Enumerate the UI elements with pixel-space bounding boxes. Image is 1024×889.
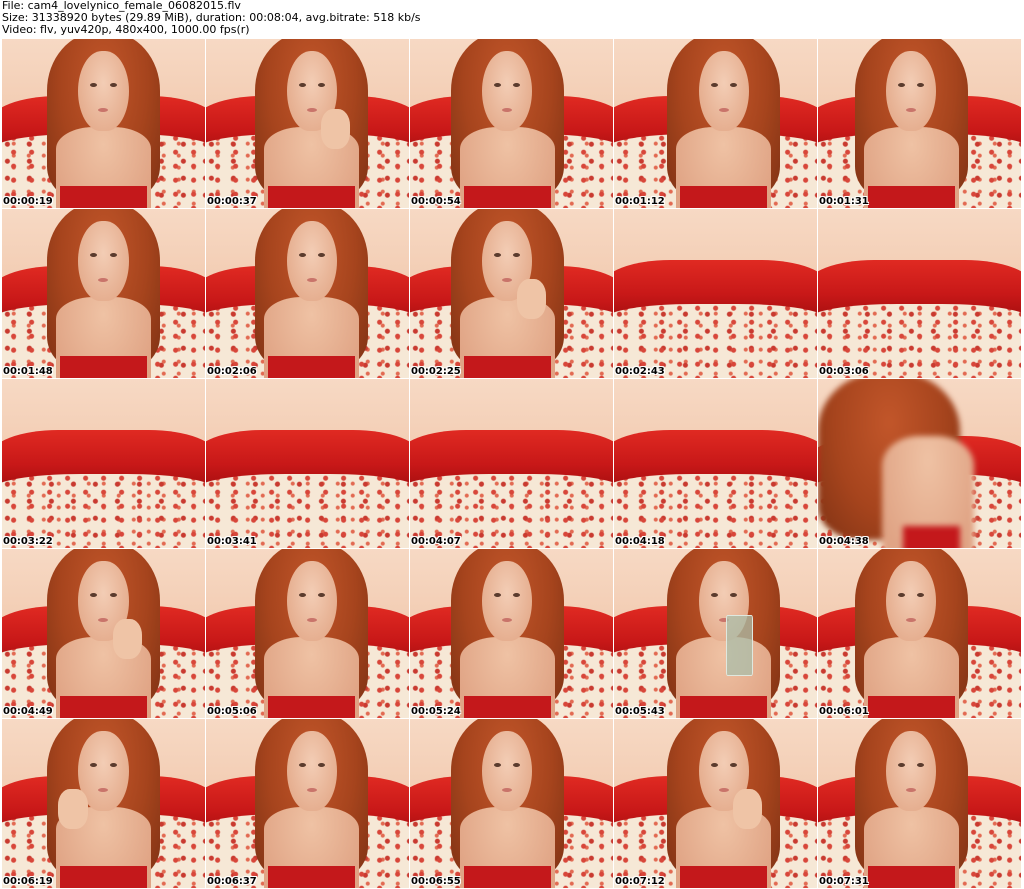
- drinking-glass: [725, 615, 753, 676]
- frame-timestamp: 00:04:38: [819, 536, 869, 547]
- frame-timestamp: 00:05:24: [411, 706, 461, 717]
- frame-image: [206, 719, 409, 888]
- frame-image: [614, 209, 817, 378]
- video-frame-thumbnail[interactable]: 00:03:06: [818, 209, 1022, 379]
- frame-image: [410, 39, 613, 208]
- frame-image: [818, 719, 1021, 888]
- frame-timestamp: 00:01:31: [819, 196, 869, 207]
- video-frame-thumbnail[interactable]: 00:04:18: [614, 379, 818, 549]
- video-frame-thumbnail[interactable]: 00:04:07: [410, 379, 614, 549]
- frame-image: [2, 39, 205, 208]
- frame-image: [2, 209, 205, 378]
- video-frame-thumbnail[interactable]: 00:01:48: [2, 209, 206, 379]
- frame-timestamp: 00:02:06: [207, 366, 257, 377]
- frame-timestamp: 00:06:37: [207, 876, 257, 887]
- frame-image: [818, 379, 1021, 548]
- frame-timestamp: 00:03:41: [207, 536, 257, 547]
- frame-image: [410, 549, 613, 718]
- frame-image: [2, 719, 205, 888]
- video-frame-thumbnail[interactable]: 00:06:37: [206, 719, 410, 889]
- video-frame-thumbnail[interactable]: 00:07:31: [818, 719, 1022, 889]
- frame-image: [206, 379, 409, 548]
- frame-timestamp: 00:03:06: [819, 366, 869, 377]
- video-info-line: Video: flv, yuv420p, 480x400, 1000.00 fp…: [2, 23, 250, 36]
- frame-image: [614, 549, 817, 718]
- frame-image: [614, 379, 817, 548]
- frame-image: [818, 209, 1021, 378]
- frame-image: [206, 39, 409, 208]
- video-frame-thumbnail[interactable]: 00:07:12: [614, 719, 818, 889]
- frame-image: [206, 549, 409, 718]
- video-frame-thumbnail[interactable]: 00:01:31: [818, 39, 1022, 209]
- video-frame-thumbnail[interactable]: 00:03:22: [2, 379, 206, 549]
- thumbnail-grid: 00:00:19 00:00:37 00:00:54 00:01:12 00:01:31…: [2, 39, 1022, 889]
- video-frame-thumbnail[interactable]: 00:04:49: [2, 549, 206, 719]
- frame-timestamp: 00:06:01: [819, 706, 869, 717]
- frame-timestamp: 00:01:48: [3, 366, 53, 377]
- video-frame-thumbnail[interactable]: 00:05:24: [410, 549, 614, 719]
- frame-timestamp: 00:04:07: [411, 536, 461, 547]
- frame-timestamp: 00:06:19: [3, 876, 53, 887]
- video-frame-thumbnail[interactable]: 00:06:01: [818, 549, 1022, 719]
- video-frame-thumbnail[interactable]: 00:04:38: [818, 379, 1022, 549]
- frame-timestamp: 00:05:43: [615, 706, 665, 717]
- video-frame-thumbnail[interactable]: 00:01:12: [614, 39, 818, 209]
- frame-timestamp: 00:00:37: [207, 196, 257, 207]
- video-frame-thumbnail[interactable]: 00:00:37: [206, 39, 410, 209]
- frame-image: [614, 719, 817, 888]
- video-frame-thumbnail[interactable]: 00:05:43: [614, 549, 818, 719]
- frame-timestamp: 00:04:18: [615, 536, 665, 547]
- frame-timestamp: 00:01:12: [615, 196, 665, 207]
- frame-timestamp: 00:07:12: [615, 876, 665, 887]
- frame-timestamp: 00:05:06: [207, 706, 257, 717]
- frame-image: [818, 549, 1021, 718]
- video-frame-thumbnail[interactable]: 00:06:55: [410, 719, 614, 889]
- frame-image: [410, 719, 613, 888]
- video-frame-thumbnail[interactable]: 00:05:06: [206, 549, 410, 719]
- frame-image: [818, 39, 1021, 208]
- frame-timestamp: 00:02:43: [615, 366, 665, 377]
- video-frame-thumbnail[interactable]: 00:02:43: [614, 209, 818, 379]
- frame-image: [410, 209, 613, 378]
- frame-image: [2, 549, 205, 718]
- video-frame-thumbnail[interactable]: 00:02:06: [206, 209, 410, 379]
- frame-timestamp: 00:07:31: [819, 876, 869, 887]
- video-frame-thumbnail[interactable]: 00:06:19: [2, 719, 206, 889]
- frame-image: [2, 379, 205, 548]
- frame-timestamp: 00:02:25: [411, 366, 461, 377]
- frame-timestamp: 00:00:19: [3, 196, 53, 207]
- video-frame-thumbnail[interactable]: 00:00:19: [2, 39, 206, 209]
- frame-image: [206, 209, 409, 378]
- frame-timestamp: 00:06:55: [411, 876, 461, 887]
- video-frame-thumbnail[interactable]: 00:03:41: [206, 379, 410, 549]
- frame-image: [410, 379, 613, 548]
- frame-timestamp: 00:04:49: [3, 706, 53, 717]
- file-info-header: File: cam4_lovelynico_female_06082015.fl…: [2, 0, 1022, 38]
- video-frame-thumbnail[interactable]: 00:02:25: [410, 209, 614, 379]
- frame-timestamp: 00:03:22: [3, 536, 53, 547]
- frame-timestamp: 00:00:54: [411, 196, 461, 207]
- frame-image: [614, 39, 817, 208]
- video-frame-thumbnail[interactable]: 00:00:54: [410, 39, 614, 209]
